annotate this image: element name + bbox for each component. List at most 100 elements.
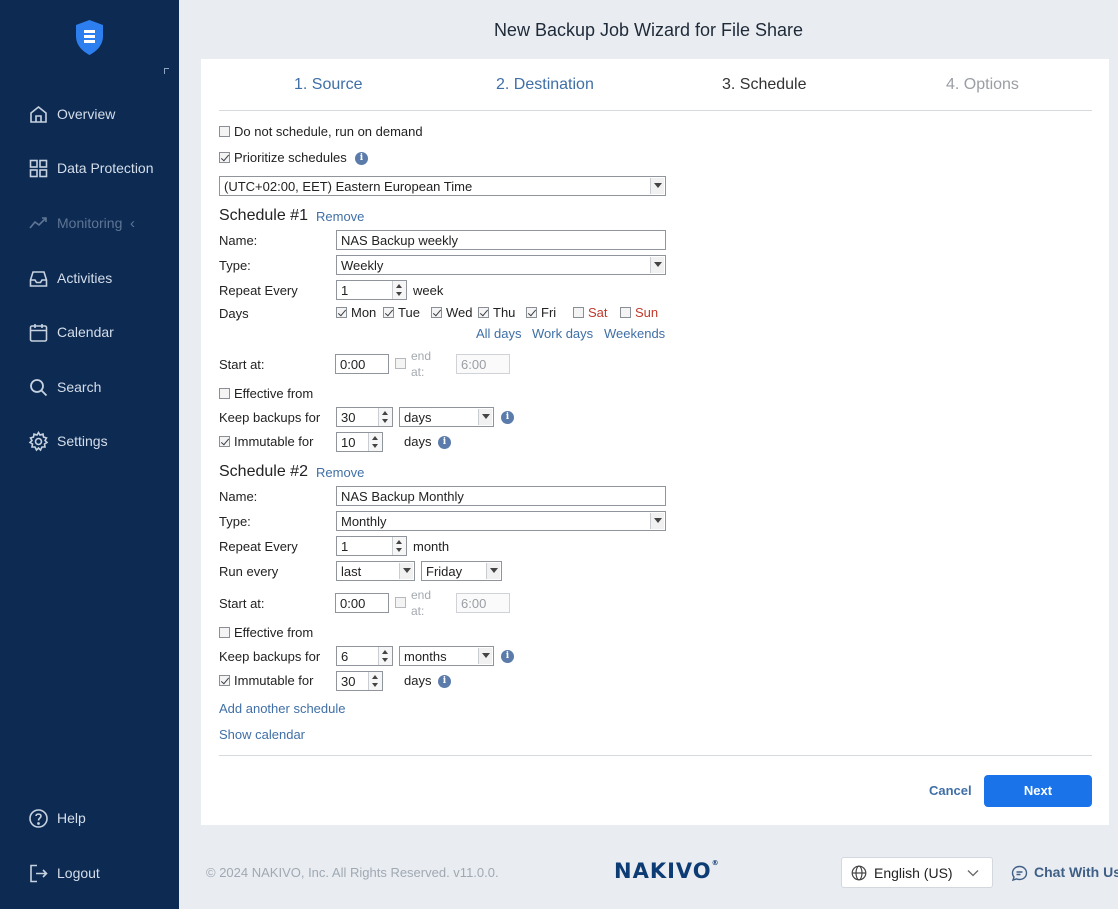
language-label: English (US)	[874, 865, 953, 881]
schedule-1-effective-checkbox[interactable]	[219, 388, 230, 399]
day-wed-label: Wed	[446, 305, 473, 320]
sidebar-item-calendar[interactable]: Calendar	[0, 314, 179, 350]
schedule-2-type-select[interactable]: Monthly	[336, 511, 666, 531]
sidebar-item-overview[interactable]: Overview	[0, 96, 179, 132]
info-icon[interactable]: i	[501, 650, 514, 663]
calendar-icon	[29, 323, 48, 342]
no-schedule-checkbox[interactable]	[219, 126, 230, 137]
immutable-for-label: Immutable for	[234, 673, 314, 688]
schedule-2-keep-stepper[interactable]: 6	[336, 646, 393, 666]
footer-divider	[219, 755, 1092, 756]
weekends-link[interactable]: Weekends	[604, 326, 665, 341]
stepper-buttons[interactable]	[378, 408, 392, 426]
timezone-select[interactable]: (UTC+02:00, EET) Eastern European Time	[219, 176, 666, 196]
schedule-1-immutable-stepper[interactable]: 10	[336, 432, 383, 452]
info-icon[interactable]: i	[438, 675, 451, 688]
chevron-down-icon	[967, 870, 979, 877]
arrow-up-icon[interactable]	[372, 436, 378, 440]
stepper-buttons[interactable]	[392, 281, 406, 299]
prioritize-checkbox[interactable]	[219, 152, 230, 163]
sidebar-item-settings[interactable]: Settings	[0, 423, 179, 459]
info-icon[interactable]: i	[501, 411, 514, 424]
schedule-2-ordinal-select[interactable]: last	[336, 561, 415, 581]
arrow-down-icon[interactable]	[382, 419, 388, 423]
sidebar-item-label: Search	[57, 379, 102, 395]
days-label: Days	[219, 306, 249, 321]
type-label: Type:	[219, 258, 251, 273]
schedule-2-repeat-stepper[interactable]: 1	[336, 536, 407, 556]
stepper-buttons[interactable]	[368, 672, 382, 690]
step-schedule[interactable]: 3. Schedule	[722, 76, 807, 94]
sidebar-item-data-protection[interactable]: Data Protection	[0, 150, 179, 186]
sidebar-item-label: Calendar	[57, 324, 114, 340]
arrow-down-icon[interactable]	[396, 548, 402, 552]
shield-logo-icon[interactable]	[74, 19, 105, 56]
day-fri-checkbox[interactable]	[526, 307, 537, 318]
sidebar-item-search[interactable]: Search	[0, 369, 179, 405]
schedule-2-immutable-stepper[interactable]: 30	[336, 671, 383, 691]
arrow-up-icon[interactable]	[382, 650, 388, 654]
schedule-1-remove-link[interactable]: Remove	[316, 209, 364, 224]
arrow-down-icon[interactable]	[372, 683, 378, 687]
cancel-button[interactable]: Cancel	[929, 783, 972, 798]
day-wed-checkbox[interactable]	[431, 307, 442, 318]
schedule-1-name-input[interactable]	[336, 230, 666, 250]
arrow-up-icon[interactable]	[372, 675, 378, 679]
schedule-2-keep-unit-select[interactable]: months	[399, 646, 494, 666]
add-schedule-link[interactable]: Add another schedule	[219, 701, 345, 716]
step-source[interactable]: 1. Source	[294, 76, 362, 94]
stepper-buttons[interactable]	[392, 537, 406, 555]
stepper-buttons[interactable]	[368, 433, 382, 451]
info-icon[interactable]: i	[355, 152, 368, 165]
schedule-1-repeat-stepper[interactable]: 1	[336, 280, 407, 300]
sidebar-item-monitoring[interactable]: Monitoring ‹	[0, 205, 179, 241]
schedule-2-immutable-checkbox[interactable]	[219, 675, 230, 686]
schedule-1-type-select[interactable]: Weekly	[336, 255, 666, 275]
all-days-link[interactable]: All days	[476, 326, 522, 341]
arrow-down-icon[interactable]	[396, 292, 402, 296]
schedule-2-remove-link[interactable]: Remove	[316, 465, 364, 480]
work-days-link[interactable]: Work days	[532, 326, 593, 341]
step-destination[interactable]: 2. Destination	[496, 76, 594, 94]
arrow-up-icon[interactable]	[396, 540, 402, 544]
repeat-every-label: Repeat Every	[219, 539, 298, 554]
schedule-1-keep-stepper[interactable]: 30	[336, 407, 393, 427]
schedule-1-immutable-checkbox[interactable]	[219, 436, 230, 447]
day-sun-checkbox[interactable]	[620, 307, 631, 318]
schedule-1-start-input[interactable]	[335, 354, 389, 374]
stepper-buttons[interactable]	[378, 647, 392, 665]
chevron-down-icon	[650, 178, 664, 194]
sidebar-item-label: Activities	[57, 270, 113, 286]
schedule-2-effective-checkbox[interactable]	[219, 627, 230, 638]
day-mon-checkbox[interactable]	[336, 307, 347, 318]
collapse-sidebar-icon[interactable]	[164, 68, 169, 74]
sidebar-item-logout[interactable]: Logout	[0, 855, 179, 891]
day-thu-label: Thu	[493, 305, 516, 320]
day-sat-checkbox[interactable]	[573, 307, 584, 318]
schedule-2-end-checkbox[interactable]	[395, 597, 406, 608]
arrow-down-icon[interactable]	[372, 444, 378, 448]
show-calendar-link[interactable]: Show calendar	[219, 727, 305, 742]
arrow-up-icon[interactable]	[396, 284, 402, 288]
schedule-2-weekday-select[interactable]: Friday	[421, 561, 502, 581]
repeat-every-label: Repeat Every	[219, 283, 298, 298]
sidebar-item-help[interactable]: Help	[0, 800, 179, 836]
sidebar-item-activities[interactable]: Activities	[0, 260, 179, 296]
wizard-title: New Backup Job Wizard for File Share	[493, 20, 804, 40]
immutable-for-label: Immutable for	[234, 434, 314, 449]
chevron-down-icon	[478, 648, 492, 664]
schedule-1-keep-unit-select[interactable]: days	[399, 407, 494, 427]
schedule-2-start-input[interactable]	[335, 593, 389, 613]
day-mon-label: Mon	[351, 305, 377, 320]
schedule-1-end-checkbox[interactable]	[395, 358, 406, 369]
schedule-2-name-input[interactable]	[336, 486, 666, 506]
next-button[interactable]: Next	[984, 775, 1092, 807]
day-tue-checkbox[interactable]	[383, 307, 394, 318]
info-icon[interactable]: i	[438, 436, 451, 449]
language-select[interactable]: English (US)	[841, 857, 993, 888]
effective-from-label: Effective from	[234, 625, 314, 640]
arrow-up-icon[interactable]	[382, 411, 388, 415]
day-thu-checkbox[interactable]	[478, 307, 489, 318]
keep-backups-label: Keep backups for	[219, 410, 321, 425]
arrow-down-icon[interactable]	[382, 658, 388, 662]
